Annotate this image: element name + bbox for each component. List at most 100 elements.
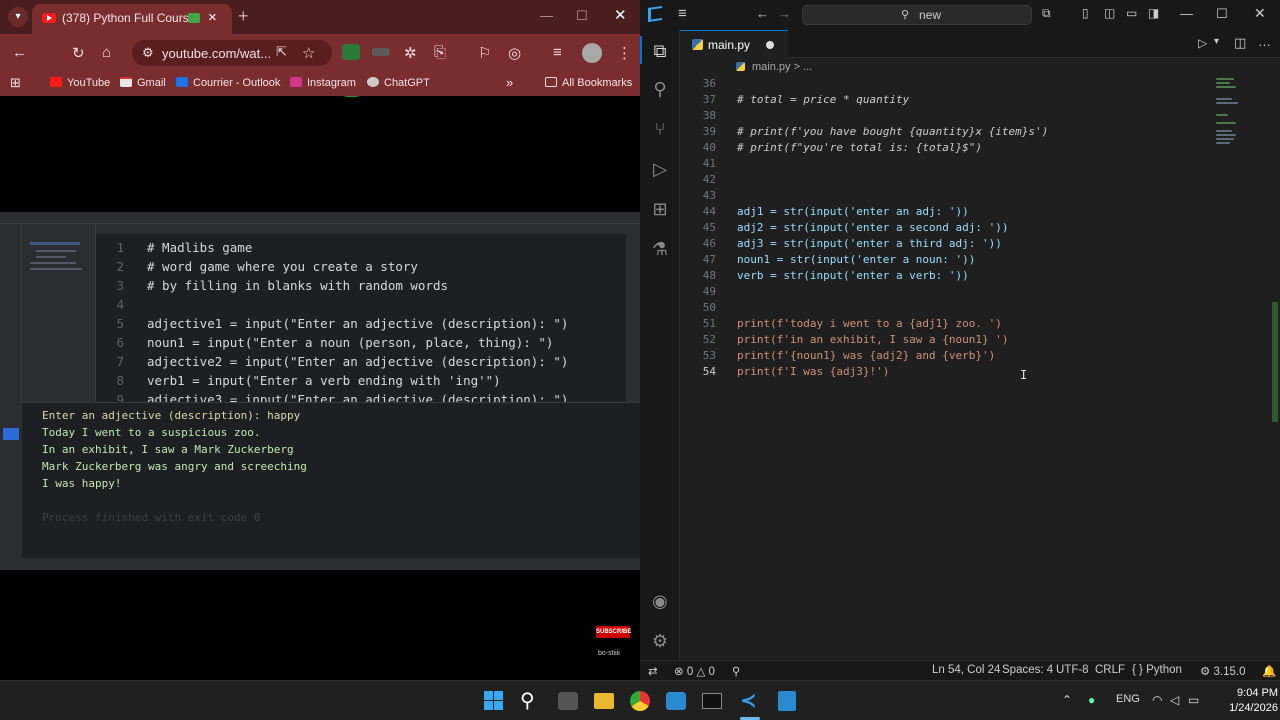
bookmark-chatgpt[interactable]: ChatGPT	[367, 77, 430, 89]
code-line[interactable]: 41	[680, 156, 1240, 172]
ports-icon[interactable]: ⚲	[732, 664, 740, 678]
extension-icon-3[interactable]: ✲	[404, 44, 417, 62]
code-line[interactable]: 47 noun1 = str(input('enter a noun: '))	[680, 252, 1240, 268]
maximize-button[interactable]: ☐	[576, 8, 588, 24]
code-line[interactable]: 51 print(f'today i went to a {adj1} zoo. …	[680, 316, 1240, 332]
hamburger-menu-icon[interactable]: ≡	[678, 5, 687, 22]
scrollbar-thumb[interactable]	[1272, 302, 1278, 422]
python-version[interactable]: ⚙ 3.15.0	[1200, 664, 1246, 678]
minimize-button[interactable]: —	[540, 8, 553, 23]
subscribe-badge[interactable]: SUBSCRIBE	[596, 626, 631, 638]
browser-tab-youtube[interactable]: (378) Python Full Course fo ×	[32, 4, 232, 34]
remote-icon[interactable]: ⇄	[648, 664, 658, 678]
new-tab-button[interactable]: +	[238, 6, 249, 27]
apps-icon[interactable]: ⊞	[10, 75, 21, 91]
code-line[interactable]: 48 verb = str(input('enter a verb: '))	[680, 268, 1240, 284]
language-mode[interactable]: { } Python	[1132, 664, 1182, 676]
toggle-panel-icon[interactable]: ▭	[1126, 6, 1137, 20]
more-actions-icon[interactable]: …	[1258, 34, 1271, 49]
run-python-icon[interactable]: ▷	[1198, 36, 1207, 50]
all-bookmarks-button[interactable]: All Bookmarks	[545, 77, 632, 89]
toggle-sidebar-icon[interactable]: ▯	[1082, 6, 1089, 20]
back-icon[interactable]: ←	[12, 44, 27, 61]
notepad-icon[interactable]	[778, 691, 796, 711]
code-line[interactable]: 40 # print(f"you're total is: {total}$")	[680, 140, 1240, 156]
start-button[interactable]	[482, 689, 506, 713]
terminal-icon[interactable]	[702, 693, 722, 709]
install-icon[interactable]: ⇱	[276, 44, 287, 60]
toggle-editor-icon[interactable]: ◫	[1104, 6, 1115, 20]
translate-icon[interactable]: ⚐	[478, 44, 491, 62]
chrome-icon[interactable]	[630, 691, 650, 711]
split-editor-icon[interactable]: ◫	[1234, 35, 1246, 51]
show-hidden-icons[interactable]: ⌃	[1062, 693, 1072, 707]
code-line[interactable]: 37 # total = price * quantity	[680, 92, 1240, 108]
clock[interactable]: 9:04 PM 1/24/2026	[1194, 686, 1278, 716]
extension-icon-5[interactable]: ◎	[508, 44, 521, 62]
code-line[interactable]: 49	[680, 284, 1240, 300]
vertical-scrollbar[interactable]	[1270, 78, 1280, 660]
encoding[interactable]: UTF-8	[1056, 664, 1089, 676]
code-line[interactable]: 52 print(f'in an exhibit, I saw a {noun1}…	[680, 332, 1240, 348]
unsaved-dot-icon[interactable]	[766, 41, 774, 49]
tab-search-button[interactable]: ▾	[8, 7, 28, 27]
breadcrumb[interactable]: main.py > ...	[680, 58, 1280, 78]
toggle-secondary-sidebar-icon[interactable]: ◨	[1148, 6, 1159, 20]
code-line[interactable]: 42	[680, 172, 1240, 188]
manage-gear-icon[interactable]: ⚙	[649, 630, 671, 652]
code-line[interactable]: 46 adj3 = str(input('enter a third adj: '…	[680, 236, 1240, 252]
run-debug-icon[interactable]: ▷	[649, 158, 671, 180]
minimize-button[interactable]: —	[1180, 6, 1193, 21]
code-line[interactable]: 39 # print(f'you have bought {quantity}x …	[680, 124, 1240, 140]
video-player[interactable]: 1 # Madlibs game 2 # word game where you cr…	[0, 212, 640, 570]
bookmark-gmail[interactable]: Gmail	[120, 77, 166, 89]
close-tab-button[interactable]: ×	[208, 9, 217, 26]
indentation[interactable]: Spaces: 4	[1002, 664, 1053, 676]
vscode-taskbar-icon[interactable]: ≺	[740, 689, 764, 713]
menu-icon[interactable]: ⋮	[617, 44, 632, 62]
reload-icon[interactable]: ↻	[72, 44, 85, 62]
wifi-icon[interactable]: ◠	[1152, 693, 1162, 707]
notifications-bell-icon[interactable]: 🔔	[1262, 664, 1276, 678]
language-indicator[interactable]: ENG	[1116, 693, 1140, 705]
explorer-icon[interactable]: ⧉	[649, 40, 671, 62]
run-dropdown-icon[interactable]: ▾	[1214, 36, 1219, 47]
site-info-icon[interactable]: ⚙	[142, 45, 154, 61]
media-controls-icon[interactable]: ≡	[553, 44, 562, 61]
volume-icon[interactable]: ◁	[1170, 693, 1179, 707]
extension-icon[interactable]	[342, 44, 360, 60]
bookmark-outlook[interactable]: Courrier - Outlook	[176, 77, 280, 89]
accounts-icon[interactable]: ◉	[649, 590, 671, 612]
minimap[interactable]	[1216, 78, 1276, 178]
task-view-icon[interactable]	[558, 692, 578, 710]
bookmark-instagram[interactable]: Instagram	[290, 77, 356, 89]
extensions-icon[interactable]: ⊞	[649, 198, 671, 220]
extension-icon-2[interactable]	[372, 48, 390, 56]
search-icon[interactable]: ⚲	[649, 78, 671, 100]
microphone-icon[interactable]: ●	[1088, 693, 1095, 707]
bookmark-youtube[interactable]: YouTube	[50, 77, 110, 89]
source-control-icon[interactable]: ⑂	[649, 118, 671, 140]
search-icon[interactable]: ⚲	[520, 689, 544, 713]
testing-icon[interactable]: ⚗	[649, 238, 671, 260]
cursor-position[interactable]: Ln 54, Col 24	[932, 664, 1000, 676]
code-editor[interactable]: 36 37 # total = price * quantity 38 39 # prin…	[680, 78, 1240, 660]
problems-indicator[interactable]: ⊗ 0 △ 0	[674, 664, 715, 678]
more-bookmarks-icon[interactable]: »	[506, 75, 513, 90]
code-line[interactable]: 44 adj1 = str(input('enter an adj: '))	[680, 204, 1240, 220]
back-icon[interactable]: ←	[756, 6, 769, 21]
bookmark-star-icon[interactable]: ☆	[302, 44, 315, 62]
app-icon[interactable]	[666, 692, 686, 710]
editor-tab-main-py[interactable]: main.py	[680, 30, 788, 58]
maximize-button[interactable]: ☐	[1216, 6, 1228, 22]
copilot-icon[interactable]: ⧉	[1042, 6, 1051, 21]
extension-icon-4[interactable]: ⎘	[434, 44, 446, 61]
avatar[interactable]	[582, 43, 602, 63]
close-window-button[interactable]: ✕	[1254, 5, 1266, 22]
code-line[interactable]: 50	[680, 300, 1240, 316]
code-line[interactable]: 36	[680, 78, 1240, 92]
home-icon[interactable]: ⌂	[102, 44, 111, 61]
code-line[interactable]: 54 print(f'I was {adj3}!')	[680, 364, 1240, 380]
code-line[interactable]: 38	[680, 108, 1240, 124]
command-center-search[interactable]: ⚲ new	[802, 5, 1032, 25]
